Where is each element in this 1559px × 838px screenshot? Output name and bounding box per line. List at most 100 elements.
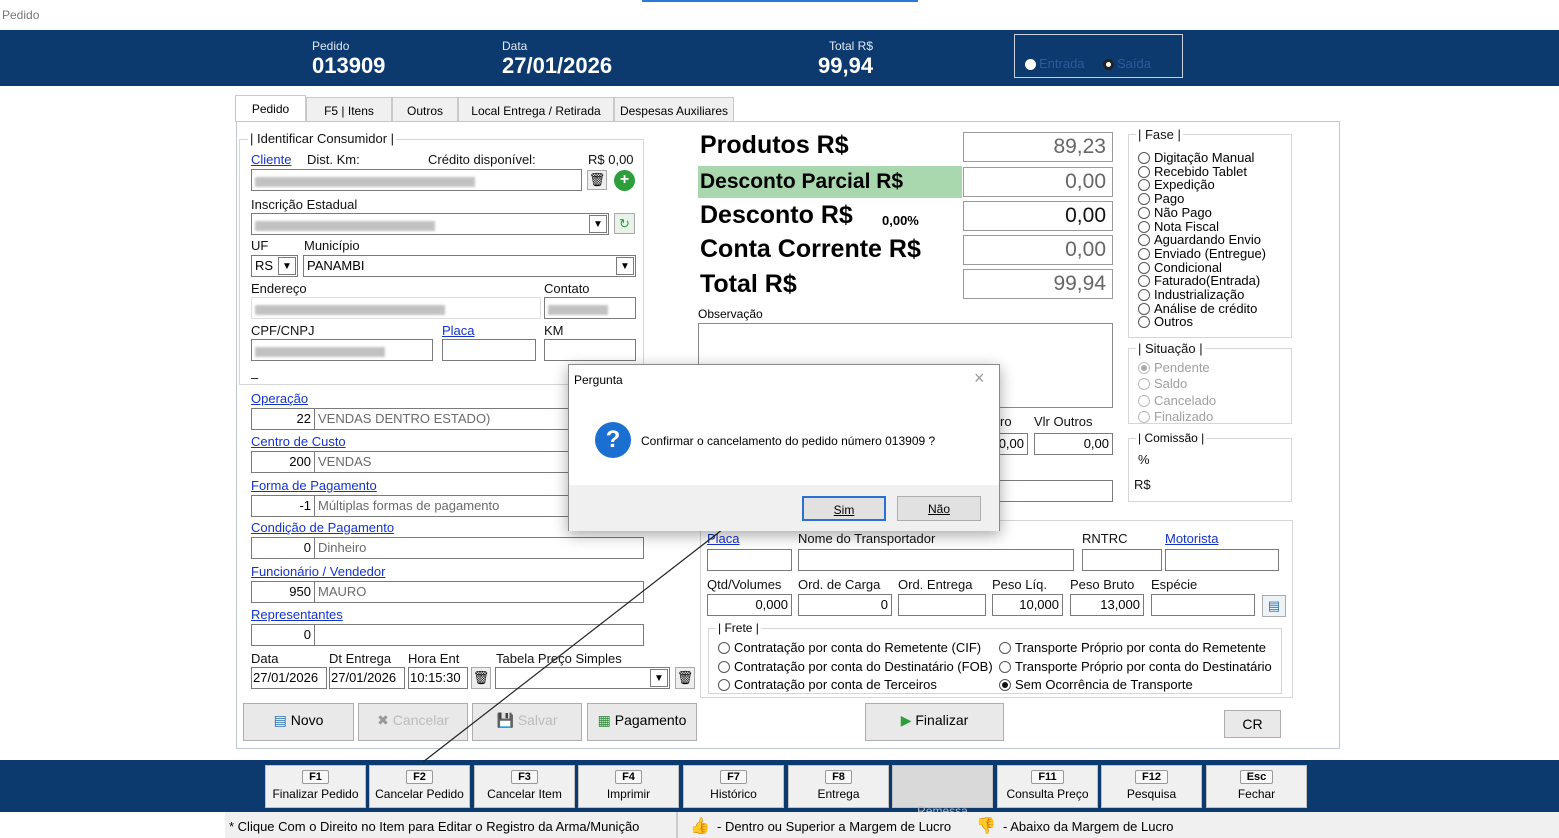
motorista-field[interactable]	[1165, 549, 1279, 571]
fase.options-option[interactable]: Outros	[1138, 315, 1266, 329]
trash-icon[interactable]: 🗑	[471, 667, 491, 689]
transporte.frete_opts-option-label: Contratação por conta de Terceiros	[734, 677, 937, 692]
fase.options-option[interactable]: Análise de crédito	[1138, 301, 1266, 316]
centro-custo-link[interactable]: Centro de Custo	[251, 434, 346, 449]
horaent-field[interactable]: 10:15:30	[408, 667, 468, 689]
ordcarga-field[interactable]: 0	[798, 594, 892, 616]
pagamento-button[interactable]: ▦ Pagamento	[587, 703, 697, 741]
uf-select[interactable]: RS ▼	[251, 255, 298, 277]
tab-despesas[interactable]: Despesas Auxiliares	[614, 97, 734, 123]
cr-button[interactable]: CR	[1224, 710, 1281, 738]
motorista-link[interactable]: Motorista	[1165, 531, 1218, 546]
fkey-button[interactable]: F8 Entrega	[788, 765, 889, 808]
tab-local-entrega[interactable]: Local Entrega / Retirada	[458, 97, 614, 123]
transporte-placa-link[interactable]: Placa	[707, 531, 740, 546]
fkey-button[interactable]: F1 Finalizar Pedido	[265, 765, 366, 808]
fase.options-option[interactable]: Nota Fiscal	[1138, 219, 1266, 234]
salvar-button[interactable]: 💾 Salvar	[472, 703, 582, 741]
fase.options-option[interactable]: Recebido Tablet	[1138, 164, 1266, 179]
situacao.options-option[interactable]: Pendente	[1138, 360, 1216, 376]
km-field[interactable]	[544, 339, 636, 361]
trash-icon[interactable]: 🗑	[675, 667, 695, 689]
fase.options-option[interactable]: Industrialização	[1138, 288, 1266, 302]
calendar-icon[interactable]: ▤	[1262, 595, 1286, 617]
close-icon[interactable]: ×	[974, 368, 985, 389]
transporte.frete_opts-option[interactable]: Contratação por conta de Terceiros	[718, 676, 993, 695]
condicao-pagamento-code[interactable]: 0	[251, 537, 315, 559]
pesobruto-field[interactable]: 13,000	[1070, 594, 1144, 616]
desconto-value[interactable]: 0,00	[963, 201, 1113, 231]
situacao.options-option[interactable]: Cancelado	[1138, 393, 1216, 409]
tab-pedido[interactable]: Pedido	[235, 95, 306, 122]
radio-saida[interactable]: Saída	[1103, 56, 1151, 71]
fase.options-option[interactable]: Pago	[1138, 192, 1266, 206]
nao-button[interactable]: Não	[897, 496, 981, 521]
contato-field[interactable]	[544, 297, 636, 319]
forma-pagamento-code[interactable]: -1	[251, 495, 315, 517]
representantes-code[interactable]: 0	[251, 624, 315, 646]
transporte.frete_opts-option[interactable]: Transporte Próprio por conta do Destinat…	[999, 658, 1272, 677]
rntrc-field[interactable]	[1082, 549, 1162, 571]
transporte-placa-field[interactable]	[707, 549, 792, 571]
vlr-outros-field[interactable]: 0,00	[1034, 433, 1113, 455]
representantes-link[interactable]: Representantes	[251, 607, 343, 622]
tabela-select[interactable]: ▼	[495, 667, 670, 689]
condicao-pagamento-link[interactable]: Condição de Pagamento	[251, 520, 394, 535]
forma-pagamento-link[interactable]: Forma de Pagamento	[251, 478, 377, 493]
novo-button[interactable]: ▤ Novo	[243, 703, 354, 741]
cpf-field[interactable]	[251, 339, 433, 361]
desconto-parcial-value[interactable]: 0,00	[963, 167, 1113, 197]
situacao.options-option[interactable]: Finalizado	[1138, 409, 1216, 425]
refresh-icon[interactable]: ↻	[614, 213, 635, 234]
cliente-field[interactable]	[251, 169, 582, 191]
sim-button[interactable]: Sim	[802, 496, 886, 521]
fkey-button[interactable]: F0Remessa	[892, 765, 993, 818]
funcionario-code[interactable]: 950	[251, 581, 315, 603]
data-field[interactable]: 27/01/2026	[251, 667, 327, 689]
endereco-field[interactable]	[251, 297, 541, 319]
fkey-button[interactable]: F2 Cancelar Pedido	[369, 765, 470, 808]
transportador-field[interactable]	[798, 549, 1074, 571]
fkey-button[interactable]: F7 Histórico	[683, 765, 784, 808]
municipio-select[interactable]: PANAMBI ▼	[303, 255, 636, 277]
centro-custo-code[interactable]: 200	[251, 451, 315, 473]
fkey-button[interactable]: Esc Fechar	[1206, 765, 1307, 808]
fase.options-option[interactable]: Digitação Manual	[1138, 151, 1266, 165]
fkey-button[interactable]: F3 Cancelar Item	[474, 765, 575, 808]
ordentrega-field[interactable]	[898, 594, 986, 616]
dtentrega-field[interactable]: 27/01/2026	[329, 667, 405, 689]
operacao-link[interactable]: Operação	[251, 391, 308, 406]
transporte.frete_opts-option[interactable]: Transporte Próprio por conta do Remetent…	[999, 639, 1272, 658]
transporte.frete_opts-option[interactable]: Contratação por conta do Destinatário (F…	[718, 658, 993, 677]
fase.options-option[interactable]: Aguardando Envio	[1138, 233, 1266, 247]
situacao.options-option[interactable]: Saldo	[1138, 376, 1216, 392]
inscricao-select[interactable]: ▼	[251, 213, 609, 235]
trash-icon[interactable]: 🗑	[587, 170, 607, 190]
hidden-field[interactable]	[990, 480, 1113, 502]
add-cliente-icon[interactable]: +	[614, 170, 635, 191]
chevron-down-icon: ▼	[650, 669, 668, 687]
fase.options-option[interactable]: Não Pago	[1138, 205, 1266, 220]
qtd-field[interactable]: 0,000	[707, 594, 792, 616]
transporte.frete_opts-option[interactable]: Sem Ocorrência de Transporte	[999, 676, 1272, 695]
operacao-code[interactable]: 22	[251, 408, 315, 430]
funcionario-link[interactable]: Funcionário / Vendedor	[251, 564, 385, 579]
fase.options-option[interactable]: Faturado(Entrada)	[1138, 274, 1266, 288]
placa-field[interactable]	[442, 339, 536, 361]
tab-itens[interactable]: F5 | Itens	[306, 97, 392, 123]
fkey-button[interactable]: F12 Pesquisa	[1101, 765, 1202, 808]
finalizar-button[interactable]: ▶ Finalizar	[865, 703, 1004, 741]
transporte.frete_opts-option[interactable]: Contratação por conta do Remetente (CIF)	[718, 639, 993, 658]
fase.options-option[interactable]: Expedição	[1138, 178, 1266, 192]
pesoliq-field[interactable]: 10,000	[992, 594, 1063, 616]
fase.options-option[interactable]: Condicional	[1138, 260, 1266, 275]
fase.options-option[interactable]: Enviado (Entregue)	[1138, 247, 1266, 261]
especie-field[interactable]	[1151, 594, 1255, 616]
fkey-button[interactable]: F4 Imprimir	[578, 765, 679, 808]
tab-outros[interactable]: Outros	[392, 97, 458, 123]
radio-entrada[interactable]: Entrada	[1025, 56, 1085, 71]
cancelar-button[interactable]: ✖ Cancelar	[358, 703, 468, 741]
cliente-link[interactable]: Cliente	[251, 152, 291, 167]
placa-link[interactable]: Placa	[442, 323, 475, 338]
fkey-button[interactable]: F11 Consulta Preço	[997, 765, 1098, 808]
